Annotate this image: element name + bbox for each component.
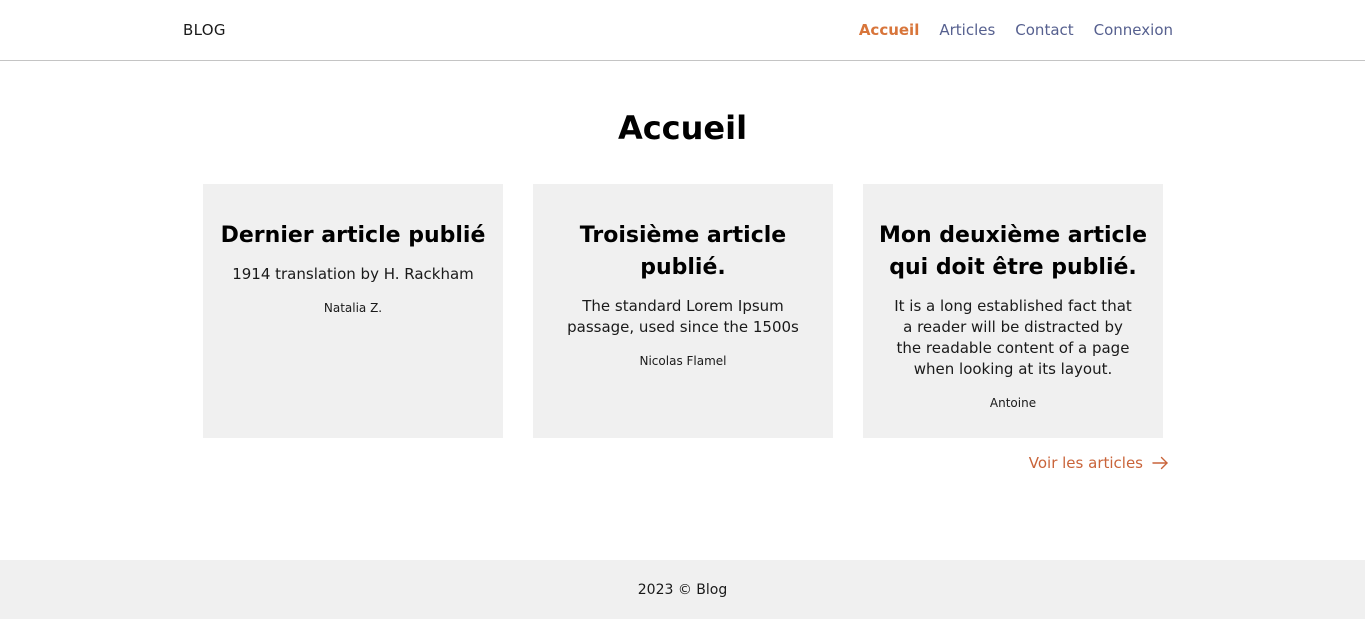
article-card[interactable]: Mon deuxième article qui doit être publi… [863,184,1163,438]
article-author: Antoine [989,396,1037,410]
nav-item-articles[interactable]: Articles [939,21,995,39]
see-articles-label: Voir les articles [1028,454,1143,472]
article-excerpt: It is a long established fact that a rea… [894,297,1132,378]
article-author: Natalia Z. [323,301,383,315]
nav-item-contact[interactable]: Contact [1015,21,1073,39]
nav-item-connexion[interactable]: Connexion [1094,21,1173,39]
site-footer: 2023 © Blog [0,560,1365,619]
footer-copyright: 2023 © Blog [637,582,728,598]
article-author: Nicolas Flamel [639,354,727,368]
page-title: Accueil [617,109,748,147]
article-title[interactable]: Troisième article publié. [547,220,819,284]
brand-logo[interactable]: BLOG [183,21,226,39]
article-title[interactable]: Dernier article publié [217,220,489,252]
article-card[interactable]: Troisième article publié. The standard L… [533,184,833,438]
article-card[interactable]: Dernier article publié 1914 translation … [203,184,503,438]
see-articles-link[interactable]: Voir les articles [1029,454,1169,472]
arrow-right-icon [1152,456,1169,470]
site-header: BLOG Accueil Articles Contact Connexion [0,0,1365,61]
article-excerpt: The standard Lorem Ipsum passage, used s… [567,297,799,336]
main-nav: Accueil Articles Contact Connexion [859,21,1173,39]
article-title[interactable]: Mon deuxième article qui doit être publi… [877,220,1149,284]
article-excerpt: 1914 translation by H. Rackham [232,265,474,283]
article-cards: Dernier article publié 1914 translation … [203,184,1163,438]
nav-item-accueil[interactable]: Accueil [859,21,920,39]
